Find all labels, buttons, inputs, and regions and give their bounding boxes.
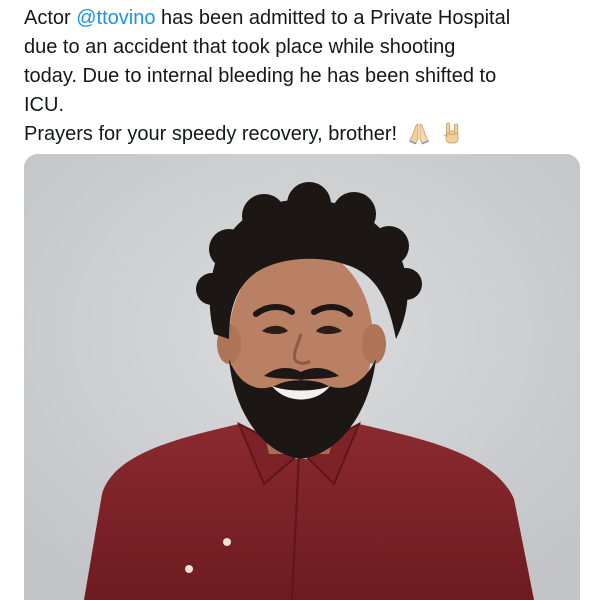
tweet-text-line5: Prayers for your speedy recovery, brothe…: [24, 123, 398, 145]
tweet-line-3: today. Due to internal bleeding he has b…: [24, 65, 497, 87]
portrait-illustration: [24, 154, 580, 600]
tweet-line-4: ICU.: [24, 94, 64, 116]
tweet-text: Actor @ttovino has been admitted to a Pr…: [24, 4, 586, 154]
tweet-line-2: due to an accident that took place while…: [24, 36, 456, 58]
tweet-text-line1-rest: has been admitted to a Private Hospital: [155, 7, 511, 29]
tweet-line-1: Actor @ttovino has been admitted to a Pr…: [24, 4, 586, 33]
mention-link[interactable]: @ttovino: [76, 7, 155, 29]
sign-of-horns-icon: [440, 121, 464, 154]
folded-hands-icon: [407, 121, 431, 154]
tweet-text-prefix: Actor: [24, 7, 77, 29]
tweet-card: Actor @ttovino has been admitted to a Pr…: [0, 0, 600, 600]
tweet-line-5: Prayers for your speedy recovery, brothe…: [24, 120, 586, 154]
tweet-photo[interactable]: [24, 154, 580, 600]
